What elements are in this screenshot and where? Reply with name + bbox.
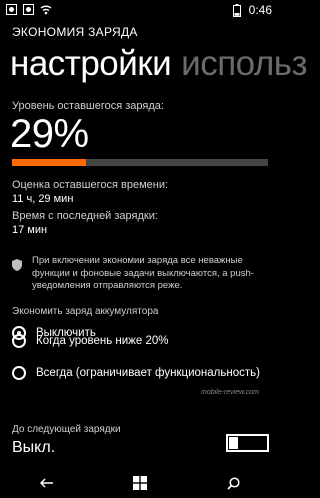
app-title: ЭКОНОМИЯ ЗАРЯДА bbox=[12, 25, 138, 39]
search-button[interactable] bbox=[213, 470, 253, 496]
pivot-tab-settings[interactable]: настройки bbox=[10, 44, 172, 83]
status-icons-group bbox=[6, 4, 52, 15]
wifi-icon bbox=[40, 5, 52, 15]
status-bar: 0:46 bbox=[0, 0, 280, 20]
charge-label: Уровень оставшегося заряда: bbox=[12, 100, 164, 112]
notification-icon-2 bbox=[23, 4, 34, 15]
radio-option-20[interactable]: Когда уровень ниже 20% bbox=[12, 334, 168, 348]
radio-button[interactable] bbox=[12, 366, 26, 380]
battery-icon bbox=[232, 3, 241, 17]
radio-option-always[interactable]: Всегда (ограничивает функциональность) bbox=[12, 366, 260, 380]
pivot-header: настройки использ bbox=[10, 44, 308, 84]
start-button[interactable] bbox=[120, 470, 160, 496]
charge-progress-fill bbox=[12, 159, 87, 166]
windows-icon bbox=[132, 476, 147, 490]
search-icon bbox=[227, 476, 240, 490]
charge-progress-bar bbox=[12, 159, 268, 166]
toggle-knob[interactable] bbox=[229, 437, 238, 449]
nav-bar bbox=[0, 468, 280, 498]
radio-label: Когда уровень ниже 20% bbox=[36, 335, 169, 347]
estimate-value: 11 ч, 29 мин bbox=[12, 193, 74, 205]
next-charge-toggle[interactable] bbox=[226, 434, 269, 452]
info-row: При включении экономии заряда все неважн… bbox=[12, 255, 270, 293]
charge-percent: 29% bbox=[10, 112, 89, 156]
back-button[interactable] bbox=[27, 470, 67, 496]
since-charge-label: Время с последней зарядки: bbox=[12, 210, 158, 222]
status-right: 0:46 bbox=[232, 3, 272, 17]
back-icon bbox=[39, 478, 53, 488]
shield-icon bbox=[12, 259, 22, 271]
notification-icon bbox=[6, 4, 17, 15]
next-charge-label: До следующей зарядки bbox=[12, 424, 121, 435]
clock: 0:46 bbox=[248, 3, 272, 17]
pivot-tab-usage[interactable]: использ bbox=[181, 44, 307, 83]
radio-label: Всегда (ограничивает функциональность) bbox=[36, 367, 260, 379]
radio-button[interactable] bbox=[12, 334, 26, 348]
next-charge-value: Выкл. bbox=[12, 439, 56, 456]
estimate-label: Оценка оставшегося времени: bbox=[12, 179, 169, 191]
since-charge-value: 17 мин bbox=[12, 224, 48, 236]
watermark: mobile-review.com bbox=[201, 389, 259, 396]
saver-label: Экономить заряд аккумулятора bbox=[12, 306, 159, 317]
info-text: При включении экономии заряда все неважн… bbox=[32, 255, 254, 291]
